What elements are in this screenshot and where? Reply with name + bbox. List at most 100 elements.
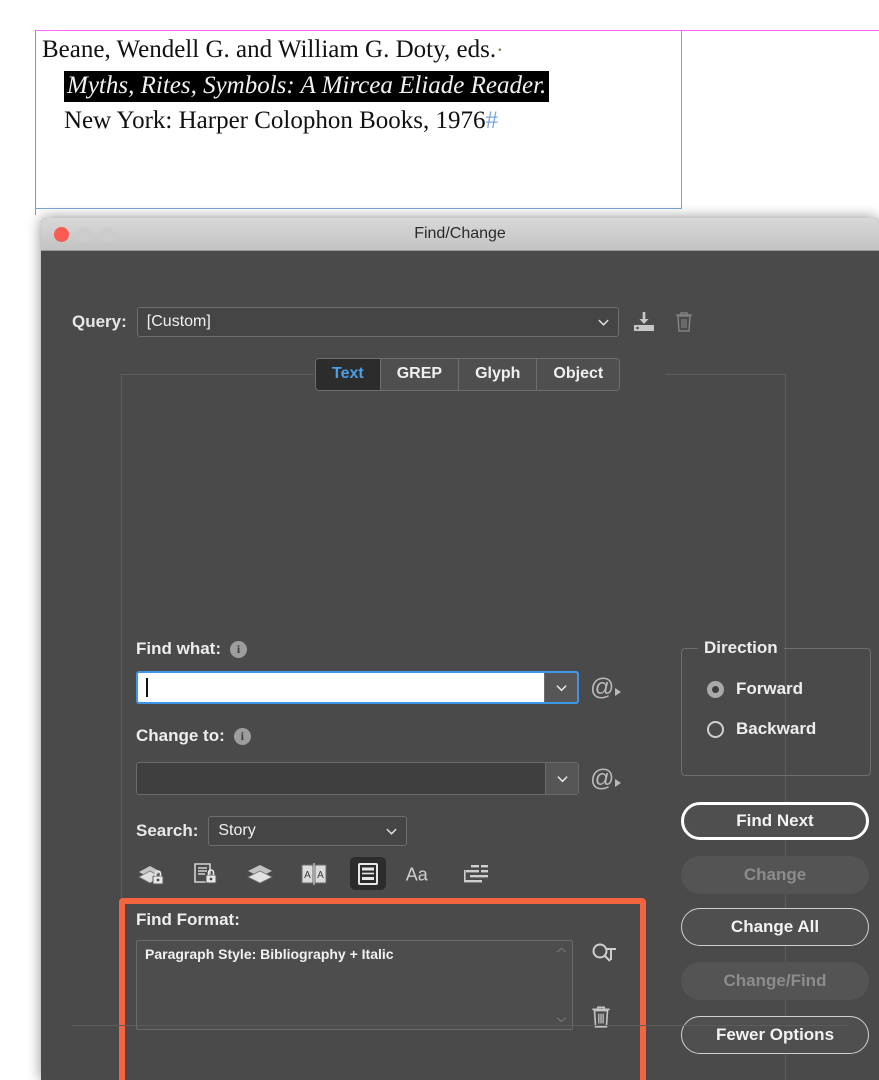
scope-toolbar: A A Aa [134,857,494,890]
radio-forward-indicator [707,680,724,698]
query-row: Query: [Custom] [72,307,699,337]
screen: Beane, Wendell G. and William G. Doty, e… [0,0,879,1080]
space-mark: · [496,37,504,62]
document-canvas: Beane, Wendell G. and William G. Doty, e… [0,0,879,215]
find-format-clear-button[interactable] [589,1004,619,1030]
radio-forward[interactable]: Forward [707,679,803,699]
include-master-pages-icon: A A [301,862,327,885]
tab-glyph[interactable]: Glyph [459,359,538,390]
include-locked-stories-icon [194,862,217,883]
change-to-label: Change to: [136,726,225,745]
change-to-input[interactable] [136,762,579,795]
chevron-down-icon [598,319,609,326]
document-text[interactable]: Beane, Wendell G. and William G. Doty, e… [42,32,682,139]
search-scope-value: Story [218,822,256,839]
include-locked-stories-button[interactable] [188,857,224,890]
trash-icon [675,312,692,332]
dialog-titlebar[interactable]: Find/Change [41,218,879,251]
change-find-button: Change/Find [681,962,869,1000]
doc-line-3: New York: Harper Colophon Books, 1976# [42,103,682,139]
find-next-button[interactable]: Find Next [681,802,869,840]
query-label: Query: [72,312,127,331]
text-caret [146,678,148,697]
svg-text:A: A [317,870,324,881]
tab-text[interactable]: Text [316,359,381,390]
search-scope-row: Search: Story [136,816,408,846]
dialog-title: Find/Change [414,225,506,242]
find-change-dialog: Find/Change Query: [Custom] Text GREP Gl… [41,218,879,1080]
save-query-button[interactable] [629,307,659,337]
radio-backward-label: Backward [736,719,817,738]
change-to-row: @ [136,762,622,795]
find-what-label-group: Find what: i [136,639,247,659]
at-symbol-icon: @ [590,673,615,701]
doc-line-2: Myths, Rites, Symbols: A Mircea Eliade R… [42,68,682,104]
fewer-options-button[interactable]: Fewer Options [681,1016,869,1054]
specify-attributes-icon [592,943,616,962]
tab-grep[interactable]: GREP [380,359,460,390]
footer-separator [72,1025,848,1026]
include-footnotes-icon [358,862,378,885]
change-all-button[interactable]: Change All [681,908,869,946]
include-locked-layers-icon [138,865,164,884]
doc-line-2-text: Myths, Rites, Symbols: A Mircea Eliade R… [64,70,550,102]
tab-object[interactable]: Object [537,359,620,390]
chevron-down-icon [386,828,398,835]
change-to-history-dropdown[interactable] [545,763,578,794]
find-what-label: Find what: [136,639,221,658]
include-footnotes-button[interactable] [350,857,386,890]
scroll-up-icon[interactable] [556,947,567,954]
chevron-down-icon [556,776,568,783]
scroll-down-icon[interactable] [556,1016,567,1023]
info-icon[interactable]: i [233,727,251,745]
triangle-right-icon [615,778,622,787]
direction-legend: Direction [698,638,784,658]
query-value: [Custom] [146,313,211,330]
case-sensitive-button[interactable]: Aa [404,857,440,890]
at-symbol-icon: @ [590,764,615,792]
find-format-specify-button[interactable] [589,940,619,970]
find-format-label: Find Format: [136,910,240,929]
include-master-pages-button[interactable]: A A [296,857,332,890]
include-locked-layers-button[interactable] [134,857,170,890]
triangle-right-icon [615,687,622,696]
radio-forward-label: Forward [736,679,804,698]
search-type-tabs: Text GREP Glyph Object [315,358,621,391]
doc-line-1: Beane, Wendell G. and William G. Doty, e… [42,32,682,68]
find-what-row: @ [136,671,622,704]
svg-text:A: A [304,870,311,881]
change-special-chars-button[interactable]: @ [590,764,622,792]
find-what-value [138,673,544,702]
tabs-rule-right [666,374,786,375]
change-button: Change [681,856,869,894]
doc-line-3-text: New York: Harper Colophon Books, 1976 [64,107,486,134]
find-format-box[interactable]: Paragraph Style: Bibliography + Italic [136,940,573,1030]
direction-fieldset: Direction Forward Backward [681,638,871,776]
find-what-history-dropdown[interactable] [544,673,577,702]
change-to-value [137,763,545,794]
query-dropdown[interactable]: [Custom] [136,307,619,337]
radio-backward-indicator [707,720,724,738]
tabs-rule-left [121,374,314,375]
find-what-input[interactable] [136,671,579,704]
end-of-story-mark: # [485,107,499,134]
chevron-down-icon [555,685,567,692]
trash-icon [592,1006,610,1028]
delete-query-button[interactable] [669,307,699,337]
search-label: Search: [136,821,199,840]
radio-backward[interactable]: Backward [707,719,816,739]
svg-text:Aa: Aa [406,864,429,884]
save-query-icon [633,312,654,331]
change-to-label-group: Change to: i [136,726,251,746]
include-hidden-layers-icon [247,864,273,883]
info-icon[interactable]: i [229,640,247,658]
search-scope-dropdown[interactable]: Story [208,816,408,846]
find-format-actions [589,940,619,1030]
whole-word-icon [464,864,488,882]
whole-word-button[interactable] [458,857,494,890]
case-sensitive-icon: Aa [406,864,429,884]
find-special-chars-button[interactable]: @ [590,673,622,701]
dialog-body: Query: [Custom] Text GREP Glyph Object F… [41,251,879,1080]
doc-line-1-text: Beane, Wendell G. and William G. Doty, e… [42,36,497,63]
include-hidden-layers-button[interactable] [242,857,278,890]
